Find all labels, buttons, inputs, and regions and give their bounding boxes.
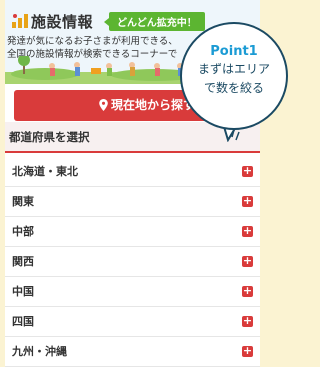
- plus-icon[interactable]: +: [242, 285, 253, 297]
- region-label: 中国: [12, 285, 34, 298]
- plus-icon[interactable]: +: [242, 315, 253, 327]
- plus-icon[interactable]: +: [242, 195, 253, 207]
- region-label: 関西: [12, 255, 34, 268]
- plus-icon[interactable]: +: [242, 225, 253, 237]
- region-item-hokkaido-tohoku[interactable]: 北海道・東北 +: [5, 157, 260, 187]
- callout-line: まずはエリア: [197, 62, 270, 76]
- current-location-label: 現在地から探す: [110, 98, 195, 112]
- region-item-shikoku[interactable]: 四国 +: [5, 307, 260, 337]
- region-label: 関東: [12, 195, 34, 208]
- region-label: 九州・沖縄: [12, 345, 67, 358]
- callout-heading: Point1: [210, 44, 258, 59]
- region-item-chubu[interactable]: 中部 +: [5, 217, 260, 247]
- region-item-kyushu-okinawa[interactable]: 九州・沖縄 +: [5, 337, 260, 367]
- region-label: 中部: [12, 225, 34, 238]
- region-list: 北海道・東北 + 関東 + 中部 + 関西 + 中国 + 四国 + 九州・沖縄 +: [5, 157, 260, 367]
- callout-line: で数を絞る: [203, 81, 264, 95]
- point-callout-text: Point1 まずはエリア で数を絞る: [180, 44, 288, 97]
- emphasis-marks-icon: [231, 129, 240, 141]
- plus-icon[interactable]: +: [242, 255, 253, 267]
- bar-chart-icon: [12, 14, 28, 28]
- region-item-chugoku[interactable]: 中国 +: [5, 277, 260, 307]
- plus-icon[interactable]: +: [242, 345, 253, 357]
- expanding-badge: どんどん拡充中！: [104, 12, 205, 31]
- page-title: 施設情報: [31, 13, 94, 31]
- region-item-kansai[interactable]: 関西 +: [5, 247, 260, 277]
- region-label: 四国: [12, 315, 34, 328]
- region-label: 北海道・東北: [12, 165, 78, 178]
- region-item-kanto[interactable]: 関東 +: [5, 187, 260, 217]
- plus-icon[interactable]: +: [242, 165, 253, 177]
- location-pin-icon: [99, 99, 108, 111]
